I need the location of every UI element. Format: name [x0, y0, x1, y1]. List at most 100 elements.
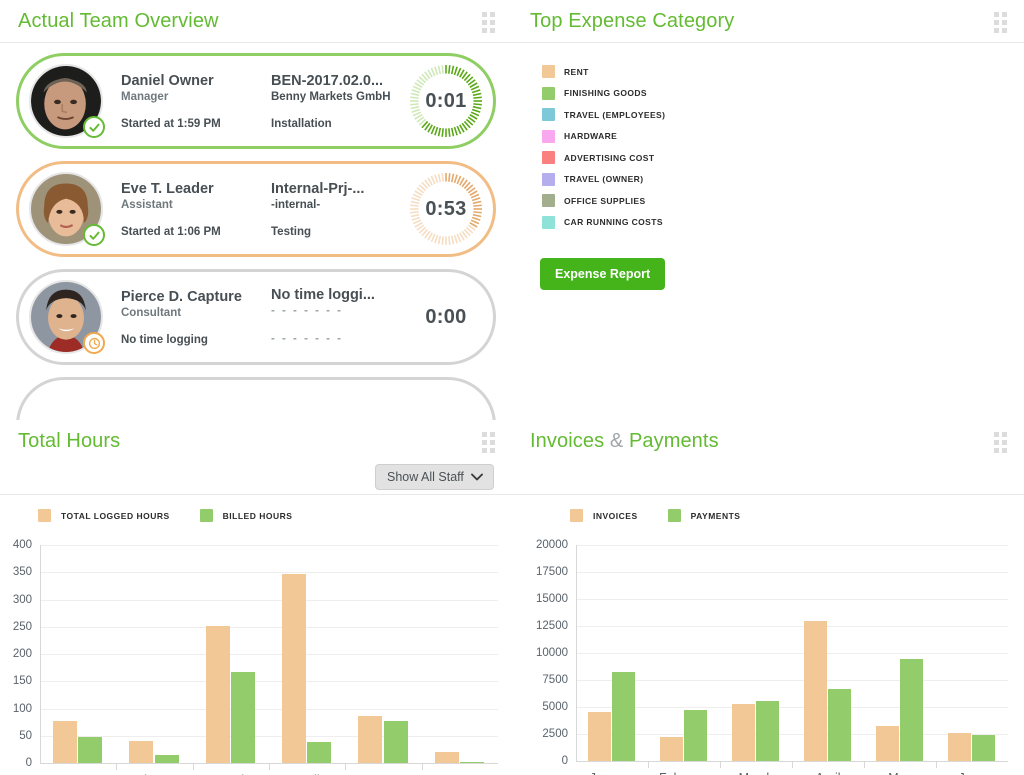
x-axis-tickmark: [192, 763, 194, 770]
y-axis-tick: 0: [561, 755, 568, 767]
bar-billed-hours-march[interactable]: [230, 672, 256, 763]
y-axis-tick: 17500: [536, 566, 568, 578]
staff-filter[interactable]: Show All Staff: [375, 464, 494, 490]
bar-total-logged-hours-june[interactable]: [434, 752, 459, 763]
bar-payments-june[interactable]: [972, 734, 995, 761]
drag-handle-icon[interactable]: [482, 432, 498, 453]
bar-invoices-june[interactable]: [948, 733, 971, 761]
bar-payments-april[interactable]: [828, 689, 851, 761]
drag-handle-icon[interactable]: [994, 12, 1010, 33]
legend-label: TRAVEL (EMPLOYEES): [564, 109, 666, 120]
bar-payments-january[interactable]: [612, 672, 635, 761]
member-role: Manager: [121, 90, 169, 103]
member-identity: Eve T. Leader Assistant Started at 1:06 …: [103, 181, 253, 238]
y-axis-tick: 20000: [536, 539, 568, 551]
x-axis-label: February: [659, 771, 709, 775]
y-axis-tick: 2500: [542, 728, 568, 740]
x-axis-tickmark: [864, 761, 865, 768]
bar-billed-hours-january[interactable]: [78, 736, 103, 763]
panel-invoices-payments: Invoices & Payments INVOICES PAYMENTS 0 2…: [512, 420, 1024, 775]
timer-widget[interactable]: 0:01: [407, 62, 485, 140]
team-member-card-partial[interactable]: [16, 377, 496, 420]
panel-team-overview: Actual Team Overview Daniel Owner Manage…: [0, 0, 512, 420]
y-axis-tick: 5000: [542, 701, 568, 713]
y-axis-tick: 400: [12, 539, 32, 551]
legend-item: INVOICES: [570, 509, 638, 522]
x-axis-tickmark: [269, 763, 270, 770]
gridline: [40, 654, 498, 655]
bar-billed-hours-june[interactable]: [459, 761, 485, 763]
legend-swatch-icon: [542, 194, 555, 208]
bar-invoices-may[interactable]: [876, 726, 899, 761]
bar-total-logged-hours-january[interactable]: [52, 720, 78, 763]
title-ampersand: &: [604, 429, 629, 452]
member-started-at: Started at 1:06 PM: [121, 225, 221, 238]
x-axis-label: March: [739, 771, 774, 775]
legend-item: PAYMENTS: [667, 509, 741, 522]
client-name: Benny Markets GmbH: [271, 90, 391, 103]
timer-widget[interactable]: 0:00: [407, 278, 485, 356]
legend-label: RENT: [564, 66, 589, 77]
y-axis-tick: 15000: [536, 593, 568, 605]
bar-payments-may[interactable]: [900, 659, 923, 761]
drag-handle-icon[interactable]: [994, 432, 1010, 453]
panel-top-expense-category: Top Expense Category RENT FINISHING GOOD…: [512, 0, 1024, 420]
panel-total-hours: Total Hours Show All Staff TOTAL LOGGED …: [0, 420, 512, 775]
expense-report-button[interactable]: Expense Report: [540, 258, 666, 290]
project-code: BEN-2017.02.0...: [271, 72, 384, 89]
avatar: [29, 280, 105, 354]
gridline: [576, 572, 1008, 573]
team-member-card[interactable]: Eve T. Leader Assistant Started at 1:06 …: [16, 161, 496, 257]
legend-swatch-icon: [667, 509, 681, 522]
team-member-card[interactable]: Pierce D. Capture Consultant No time log…: [16, 269, 496, 365]
bar-invoices-march[interactable]: [732, 703, 755, 761]
y-axis-line: [576, 545, 577, 761]
timer-widget[interactable]: 0:53: [407, 170, 485, 248]
bar-total-logged-hours-april[interactable]: [281, 573, 307, 763]
bar-total-logged-hours-may[interactable]: [358, 715, 383, 763]
legend-item: ADVERTISING COST: [542, 147, 665, 169]
gridline: [40, 545, 498, 546]
x-axis-tickmark: [421, 763, 423, 770]
x-axis-tickmark: [720, 761, 721, 768]
avatar: [29, 172, 105, 246]
legend-label: FINISHING GOODS: [564, 88, 647, 99]
expense-legend: RENT FINISHING GOODS TRAVEL (EMPLOYEES) …: [542, 61, 665, 233]
bar-payments-february[interactable]: [684, 709, 707, 761]
team-member-list: Daniel Owner Manager Started at 1:59 PM …: [0, 43, 512, 420]
bar-payments-march[interactable]: [756, 701, 779, 761]
bar-billed-hours-february[interactable]: [154, 754, 179, 763]
y-axis-tick: 250: [12, 620, 32, 633]
y-axis-tick: 50: [19, 729, 32, 742]
legend-swatch-icon: [542, 215, 555, 229]
member-name: Eve T. Leader: [121, 180, 214, 197]
legend-item: FINISHING GOODS: [542, 83, 665, 105]
team-member-card[interactable]: Daniel Owner Manager Started at 1:59 PM …: [16, 53, 496, 149]
bar-invoices-january[interactable]: [588, 712, 611, 761]
show-all-staff-select[interactable]: Show All Staff: [375, 464, 494, 490]
legend-item: HARDWARE: [542, 126, 665, 148]
legend-item: BILLED HOURS: [199, 509, 293, 522]
gridline: [576, 653, 1008, 654]
bar-invoices-april[interactable]: [804, 620, 827, 761]
drag-handle-icon[interactable]: [482, 12, 498, 33]
bar-billed-hours-may[interactable]: [383, 721, 408, 763]
dashboard: Actual Team Overview Daniel Owner Manage…: [0, 0, 1024, 775]
gridline: [40, 681, 498, 683]
bar-invoices-february[interactable]: [660, 736, 683, 761]
gridline: [576, 599, 1008, 600]
bar-total-logged-hours-march[interactable]: [205, 625, 230, 763]
member-started-at: Started at 1:59 PM: [121, 117, 221, 130]
y-axis-tick: 7500: [542, 674, 568, 686]
client-name: -internal-: [271, 198, 321, 211]
task-placeholder: - - - - - - -: [271, 333, 343, 345]
bar-total-logged-hours-february[interactable]: [129, 741, 154, 763]
member-identity: Pierce D. Capture Consultant No time log…: [103, 289, 253, 346]
legend-swatch-icon: [542, 108, 555, 122]
gridline: [576, 626, 1008, 627]
gridline: [576, 734, 1008, 735]
y-axis-tick: 300: [12, 593, 32, 606]
member-name: Daniel Owner: [121, 72, 214, 89]
bar-billed-hours-april[interactable]: [307, 742, 332, 763]
x-axis-label: January: [590, 771, 634, 775]
